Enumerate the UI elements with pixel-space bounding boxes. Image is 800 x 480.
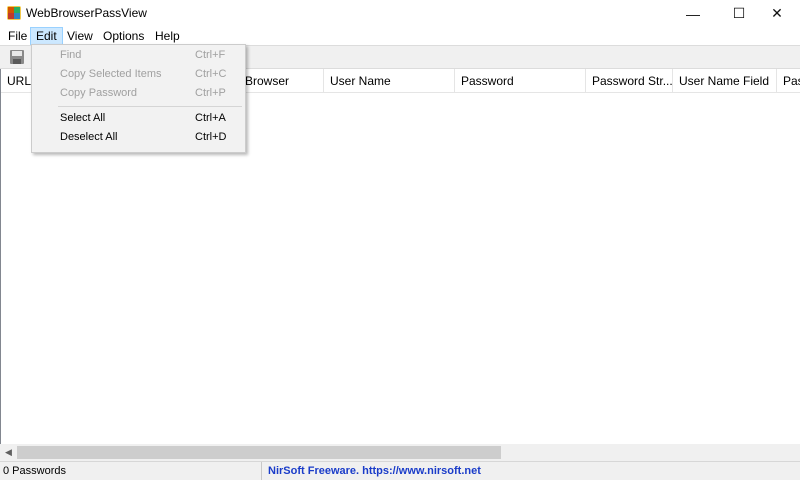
menu-item-copy-selected-items[interactable]: Copy Selected Items Ctrl+C	[32, 65, 245, 84]
save-icon[interactable]	[9, 49, 25, 65]
menu-bar: File Edit View Options Help	[0, 27, 800, 45]
column-header-password[interactable]: Password	[455, 69, 586, 93]
menu-view[interactable]: View	[62, 27, 98, 45]
horizontal-scrollbar[interactable]: ◀	[0, 444, 800, 461]
status-bar: 0 Passwords NirSoft Freeware. https://ww…	[0, 461, 800, 480]
maximize-icon: ☐	[732, 5, 746, 21]
scroll-left-arrow-icon[interactable]: ◀	[0, 444, 17, 461]
column-header-password-field[interactable]: Pas	[777, 69, 800, 93]
menu-options[interactable]: Options	[98, 27, 149, 45]
window-title: WebBrowserPassView	[26, 6, 147, 20]
close-button[interactable]: ✕	[754, 0, 800, 27]
column-header-user-name-field[interactable]: User Name Field	[673, 69, 777, 93]
title-bar[interactable]: WebBrowserPassView — ☐ ✕	[0, 0, 800, 27]
menu-edit[interactable]: Edit	[30, 27, 63, 45]
minimize-icon: —	[686, 5, 700, 22]
menu-item-find[interactable]: Find Ctrl+F	[32, 46, 245, 65]
menu-file[interactable]: File	[3, 27, 32, 45]
column-header-password-strength[interactable]: Password Str...	[586, 69, 673, 93]
menu-item-copy-password[interactable]: Copy Password Ctrl+P	[32, 84, 245, 103]
menu-separator	[58, 106, 242, 107]
column-header-user-name[interactable]: User Name	[324, 69, 455, 93]
close-icon: ✕	[771, 5, 783, 21]
edit-menu-dropdown: Find Ctrl+F Copy Selected Items Ctrl+C C…	[31, 44, 246, 153]
menu-item-select-all[interactable]: Select All Ctrl+A	[32, 109, 245, 128]
nirsoft-link[interactable]: NirSoft Freeware. https://www.nirsoft.ne…	[268, 462, 481, 480]
menu-item-deselect-all[interactable]: Deselect All Ctrl+D	[32, 128, 245, 147]
scroll-thumb[interactable]	[17, 446, 501, 459]
menu-help[interactable]: Help	[150, 27, 185, 45]
password-count: 0 Passwords	[0, 462, 262, 480]
minimize-button[interactable]: —	[670, 0, 716, 27]
column-header-web-browser[interactable]: b Browser	[235, 69, 324, 93]
app-icon	[7, 6, 21, 20]
